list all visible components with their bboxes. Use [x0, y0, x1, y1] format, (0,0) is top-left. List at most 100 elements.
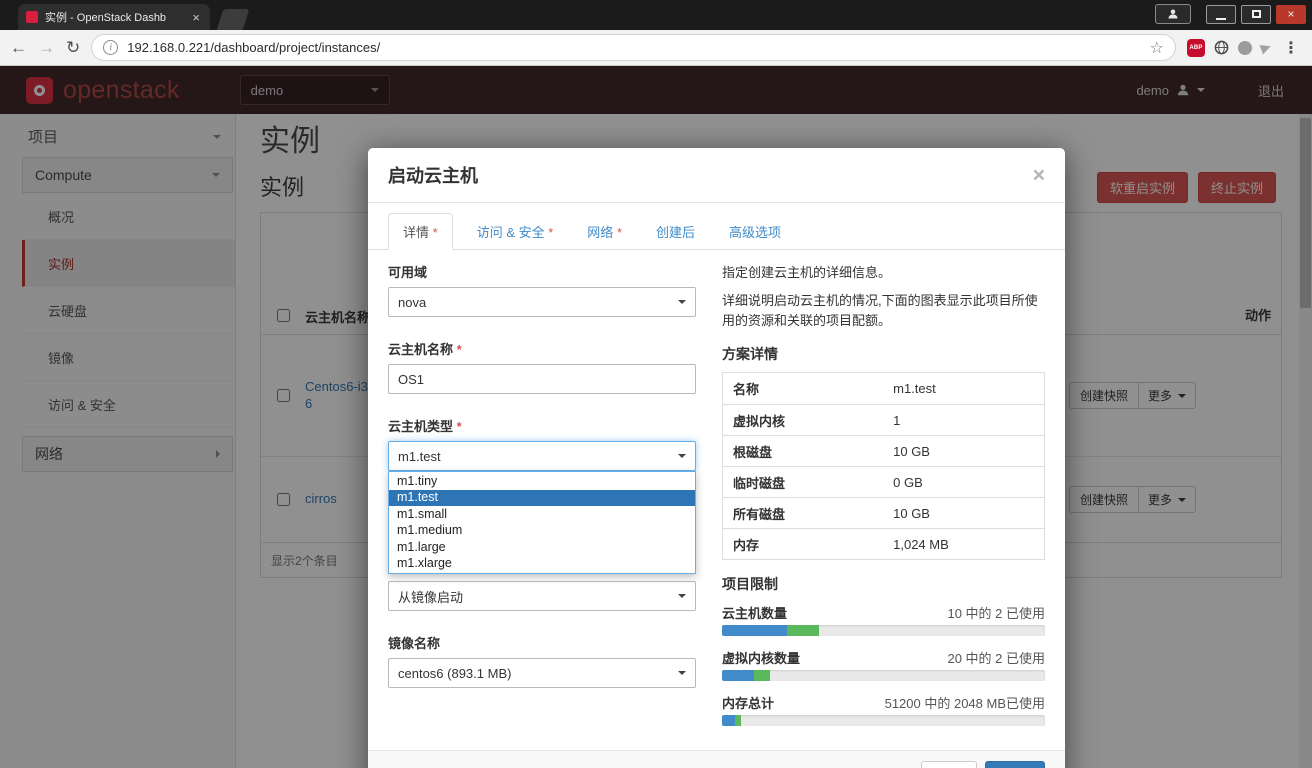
availability-zone-field: 可用域 nova	[388, 262, 696, 317]
boot-source-field: 从镜像启动	[388, 581, 696, 611]
detail-value: 1,024 MB	[893, 536, 949, 552]
detail-label: 内存	[733, 537, 760, 553]
limit-ram: 内存总计 51200 中的 2048 MB已使用	[722, 693, 1045, 727]
window-controls: ×	[1155, 4, 1306, 24]
help-text: 指定创建云主机的详细信息。	[722, 265, 892, 280]
maximize-button[interactable]	[1241, 4, 1271, 24]
instance-name-label: 云主机名称 *	[388, 339, 696, 358]
modal-tabs: 详情 * 访问 & 安全 * 网络 * 创建后 高级选项	[368, 203, 1065, 250]
browser-menu-icon[interactable]: ⋮	[1280, 38, 1302, 58]
detail-value: 1	[893, 412, 901, 428]
select-value: m1.test	[398, 448, 441, 464]
cancel-button[interactable]: 取消	[920, 761, 977, 768]
person-icon	[1168, 9, 1178, 19]
chevron-down-icon	[678, 594, 686, 598]
bookmark-star-icon[interactable]: ☆	[1150, 38, 1164, 58]
flavor-field: 云主机类型 * m1.test m1.tiny m1.test m1.small…	[388, 416, 696, 574]
image-name-field: 镜像名称 centos6 (893.1 MB)	[388, 633, 696, 688]
tab-close-icon[interactable]: ×	[190, 11, 202, 24]
flavor-detail-row: 内存 1,024 MB	[723, 528, 1044, 559]
label-text: 云主机类型	[388, 419, 454, 434]
minimize-icon	[1216, 17, 1226, 20]
minimize-button[interactable]	[1206, 4, 1236, 24]
tab-details[interactable]: 详情 *	[388, 213, 453, 250]
launch-button[interactable]: 运行	[984, 761, 1045, 768]
detail-label: 虚拟内核	[733, 413, 786, 429]
availability-zone-label: 可用域	[388, 265, 428, 280]
tab-advanced-options[interactable]: 高级选项	[719, 214, 791, 249]
tab-title: 实例 - OpenStack Dashb	[45, 12, 167, 24]
image-name-select[interactable]: centos6 (893.1 MB)	[388, 658, 696, 688]
flavor-option[interactable]: m1.tiny	[389, 473, 695, 490]
limit-usage: 20 中的 2 已使用	[947, 651, 1045, 667]
flavor-details-table: 名称 m1.test 虚拟内核 1 根磁盘 10 GB 临时磁盘 0 GB 所有磁盘 10…	[722, 372, 1045, 561]
back-button[interactable]: ←	[10, 39, 27, 56]
required-mark: *	[548, 225, 554, 240]
boot-source-select[interactable]: 从镜像启动	[388, 581, 696, 611]
extension-circle-icon[interactable]	[1238, 40, 1252, 55]
availability-zone-select[interactable]: nova	[388, 287, 696, 317]
flavor-detail-row: 临时磁盘 0 GB	[723, 466, 1044, 497]
flavor-option[interactable]: m1.xlarge	[389, 556, 695, 573]
flavor-select[interactable]: m1.test	[388, 441, 696, 471]
tab-label: 访问 & 安全	[476, 225, 545, 240]
form-column: 可用域 nova 云主机名称 * 云主机类型 * m1.test m1.tiny	[388, 262, 696, 738]
flavor-option[interactable]: m1.large	[389, 539, 695, 556]
site-info-icon[interactable]: i	[103, 40, 119, 55]
modal-close-icon[interactable]: ×	[1033, 165, 1045, 186]
instance-name-input[interactable]	[388, 364, 696, 394]
flavor-detail-row: 根磁盘 10 GB	[723, 435, 1044, 466]
progress-bar	[722, 715, 1045, 727]
close-window-button[interactable]: ×	[1276, 4, 1306, 24]
detail-value: m1.test	[893, 381, 936, 397]
chevron-down-icon	[678, 300, 686, 304]
flavor-option[interactable]: m1.small	[389, 506, 695, 523]
progress-bar	[722, 670, 1045, 682]
tab-label: 网络	[587, 225, 614, 240]
extension-arrow-icon[interactable]	[1259, 41, 1273, 54]
progress-used	[722, 625, 787, 637]
forward-button[interactable]: →	[38, 39, 55, 56]
select-value: centos6 (893.1 MB)	[398, 665, 512, 681]
limit-usage: 10 中的 2 已使用	[947, 606, 1045, 622]
browser-profile-button[interactable]	[1155, 4, 1191, 24]
flavor-option-selected[interactable]: m1.test	[389, 489, 695, 506]
flavor-option[interactable]: m1.medium	[389, 523, 695, 540]
browser-titlebar: 实例 - OpenStack Dashb × ×	[0, 0, 1312, 30]
label-text: 云主机名称	[388, 342, 454, 357]
address-bar[interactable]: i 192.168.0.221/dashboard/project/instan…	[91, 34, 1176, 61]
flavor-detail-row: 虚拟内核 1	[723, 404, 1044, 435]
project-limits-title: 项目限制	[722, 576, 778, 593]
required-mark: *	[432, 225, 438, 240]
detail-value: 10 GB	[893, 443, 930, 459]
progress-bar	[722, 625, 1045, 637]
detail-label: 根磁盘	[733, 444, 773, 460]
progress-added	[786, 625, 819, 637]
tab-access-security[interactable]: 访问 & 安全 *	[467, 214, 564, 249]
maximize-icon	[1251, 10, 1261, 18]
adblock-icon[interactable]: ABP	[1187, 38, 1205, 57]
browser-tab[interactable]: 实例 - OpenStack Dashb ×	[18, 4, 210, 30]
limit-vcpus: 虚拟内核数量 20 中的 2 已使用	[722, 648, 1045, 682]
launch-instance-modal: 启动云主机 × 详情 * 访问 & 安全 * 网络 * 创建后 高级选项 可用域…	[368, 148, 1065, 768]
globe-extension-icon[interactable]	[1214, 40, 1229, 55]
flavor-details-title: 方案详情	[722, 346, 778, 363]
select-value: 从镜像启动	[398, 589, 464, 605]
browser-navbar: ← → ↻ i 192.168.0.221/dashboard/project/…	[0, 30, 1312, 66]
tab-label: 详情	[403, 225, 430, 240]
new-tab-button[interactable]	[216, 9, 250, 30]
detail-value: 10 GB	[893, 505, 930, 521]
tab-post-creation[interactable]: 创建后	[646, 214, 705, 249]
flavor-detail-row: 所有磁盘 10 GB	[723, 497, 1044, 528]
reload-button[interactable]: ↻	[66, 39, 80, 56]
modal-footer: 取消 运行	[368, 750, 1065, 768]
chevron-down-icon	[678, 454, 686, 458]
progress-used	[722, 715, 735, 727]
tab-network[interactable]: 网络 *	[577, 214, 632, 249]
tab-label: 创建后	[656, 225, 696, 240]
limit-label: 虚拟内核数量	[722, 651, 801, 667]
modal-header: 启动云主机 ×	[368, 148, 1065, 203]
required-mark: *	[456, 342, 462, 357]
detail-label: 所有磁盘	[733, 506, 786, 522]
url-text[interactable]: 192.168.0.221/dashboard/project/instance…	[127, 40, 1140, 55]
